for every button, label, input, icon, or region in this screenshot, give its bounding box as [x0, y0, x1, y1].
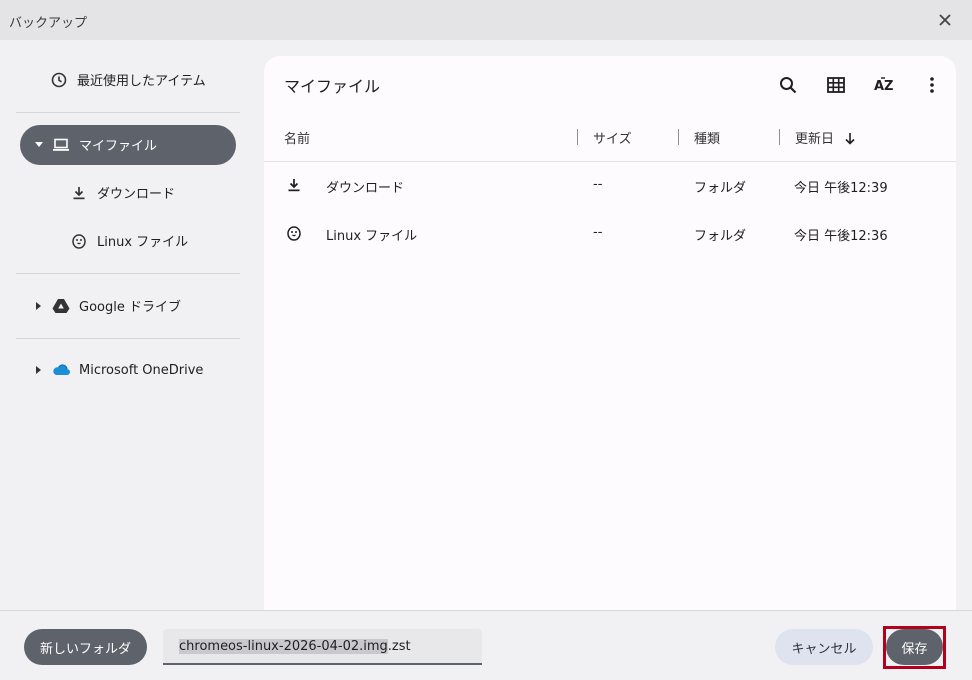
breadcrumb: マイファイル [284, 77, 381, 96]
sidebar-item-label: マイファイル [79, 139, 158, 154]
caret-right-icon[interactable] [34, 301, 44, 310]
sidebar-item-label: 最近使用したアイテム [77, 74, 206, 89]
column-header-size[interactable]: サイズ [593, 128, 632, 147]
file-size: -- [593, 177, 603, 192]
column-header-type[interactable]: 種類 [694, 128, 720, 147]
sidebar-item-onedrive[interactable]: Microsoft OneDrive [34, 361, 203, 379]
more-menu-icon[interactable] [917, 70, 947, 100]
penguin-icon [70, 232, 88, 250]
caret-down-icon[interactable] [34, 141, 44, 148]
file-list-panel: マイファイル AZ 名前 サイズ 種類 更新日 ダウンロード -- フォルダ 今… [264, 56, 956, 610]
sidebar-item-linux-files[interactable]: Linux ファイル [70, 231, 188, 250]
sidebar-item-google-drive[interactable]: Google ドライブ [34, 296, 181, 315]
sidebar: 最近使用したアイテム マイファイル ダウンロード Linux ファイル Goog… [0, 40, 256, 610]
file-type: フォルダ [694, 229, 747, 244]
sidebar-item-recent[interactable]: 最近使用したアイテム [50, 70, 206, 89]
column-header-modified[interactable]: 更新日 [795, 128, 834, 147]
file-name: ダウンロード [326, 181, 405, 196]
sidebar-item-label: ダウンロード [97, 187, 176, 202]
sidebar-item-downloads[interactable]: ダウンロード [70, 183, 175, 202]
sort-az-icon[interactable]: AZ [869, 70, 899, 100]
table-row[interactable]: Linux ファイル -- フォルダ 今日 午後12:36 [264, 210, 956, 258]
table-row[interactable]: ダウンロード -- フォルダ 今日 午後12:39 [264, 162, 956, 210]
grid-view-icon[interactable] [821, 70, 851, 100]
caret-right-icon[interactable] [34, 366, 44, 374]
svg-text:AZ: AZ [874, 79, 894, 94]
divider [16, 273, 240, 274]
file-modified: 今日 午後12:36 [794, 229, 888, 244]
column-divider[interactable] [678, 129, 679, 145]
sort-descending-icon[interactable] [844, 130, 856, 149]
column-divider[interactable] [577, 129, 578, 145]
file-name: Linux ファイル [326, 229, 418, 244]
file-size: -- [593, 225, 603, 240]
dialog-footer: 新しいフォルダ chromeos-linux-2026-04-02.img.zs… [0, 610, 972, 680]
column-divider[interactable] [779, 129, 780, 145]
save-button-highlight [883, 626, 946, 669]
filename-selection: chromeos-linux-2026-04-02.img [179, 639, 388, 654]
laptop-icon [52, 136, 70, 154]
download-icon [70, 184, 88, 202]
search-icon[interactable] [773, 70, 803, 100]
download-icon [285, 176, 303, 194]
sidebar-item-my-files[interactable]: マイファイル [34, 135, 157, 154]
clock-icon [50, 71, 68, 89]
filename-text[interactable]: chromeos-linux-2026-04-02.img.zst [179, 639, 411, 654]
filename-extension: .zst [387, 639, 411, 654]
google-drive-icon [52, 297, 70, 315]
new-folder-button[interactable]: 新しいフォルダ [24, 629, 147, 665]
sidebar-item-label: Google ドライブ [79, 300, 181, 315]
cancel-button[interactable]: キャンセル [775, 629, 873, 665]
sidebar-item-label: Linux ファイル [97, 235, 189, 250]
divider [16, 112, 240, 113]
file-type: フォルダ [694, 181, 747, 196]
sidebar-item-label: Microsoft OneDrive [79, 362, 204, 378]
file-modified: 今日 午後12:39 [794, 181, 888, 196]
column-header-name[interactable]: 名前 [284, 128, 310, 147]
title-bar: バックアップ [0, 0, 972, 40]
divider [16, 338, 240, 339]
close-icon[interactable] [934, 9, 956, 31]
onedrive-cloud-icon [52, 361, 70, 379]
penguin-icon [285, 224, 303, 242]
filename-field[interactable]: chromeos-linux-2026-04-02.img.zst [163, 629, 482, 665]
window-title: バックアップ [9, 16, 88, 31]
